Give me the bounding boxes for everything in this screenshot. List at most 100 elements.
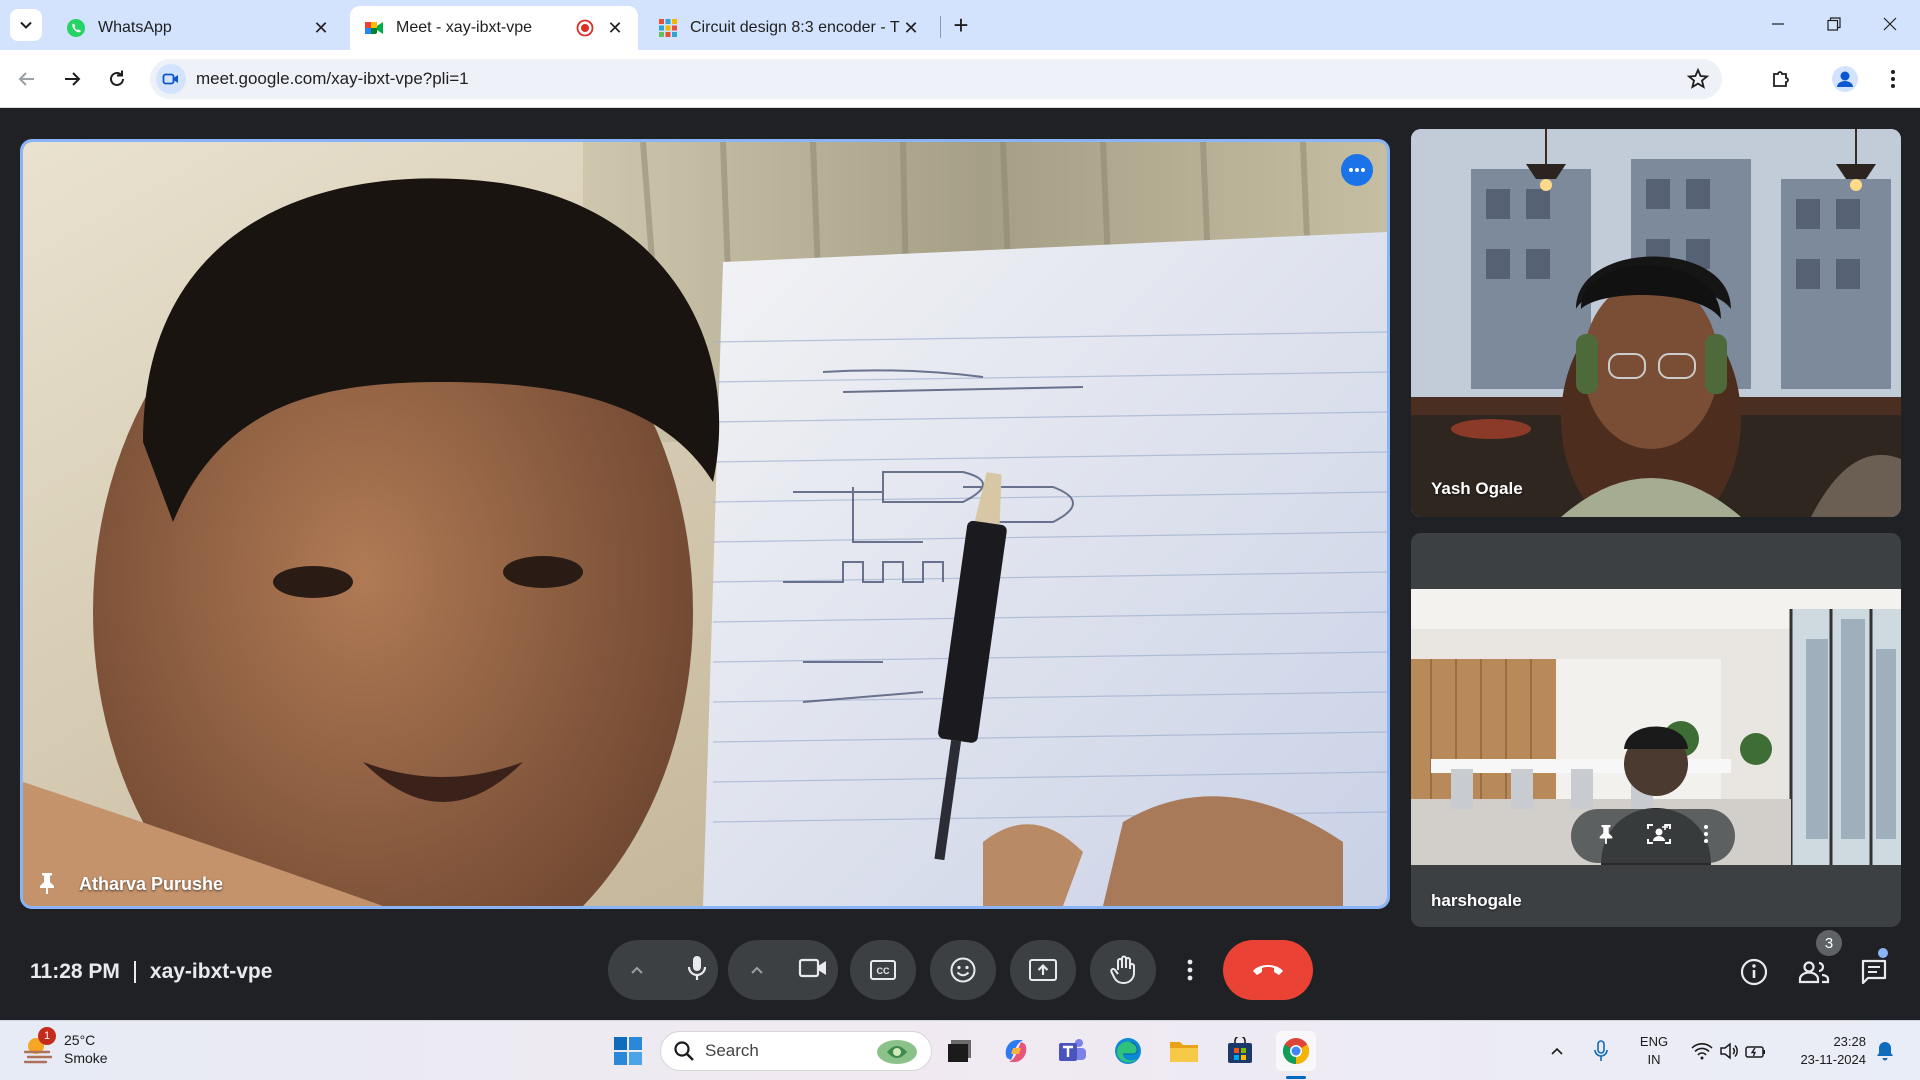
tinkercad-icon [659,19,677,37]
edge-button[interactable] [1108,1031,1148,1071]
bookmark-button[interactable] [1686,67,1710,96]
close-window-button[interactable] [1862,0,1918,48]
extensions-button[interactable] [1764,62,1798,96]
tile-hover-actions [1571,809,1735,863]
reload-button[interactable] [100,62,134,96]
audio-settings-button[interactable] [624,965,650,975]
tab-meet[interactable]: Meet - xay-ibxt-vpe ✕ [350,6,638,50]
tile-options-button[interactable] [1341,154,1373,186]
captions-button[interactable]: CC [850,940,916,1000]
more-horiz-icon [1349,168,1365,172]
search-placeholder: Search [705,1041,759,1060]
url-text: meet.google.com/xay-ibxt-vpe?pli=1 [196,69,469,88]
site-info-button[interactable] [156,64,186,94]
microphone-button[interactable] [686,954,708,987]
participant-tile-main[interactable]: Atharva Purushe [20,139,1390,909]
present-screen-button[interactable] [1010,940,1076,1000]
more-vert-icon [1704,824,1709,843]
participant-name: Atharva Purushe [79,874,224,894]
raise-hand-button[interactable] [1090,940,1156,1000]
leave-call-button[interactable] [1223,940,1313,1000]
participant-tile-harsh[interactable]: harshogale [1411,533,1901,927]
tab-whatsapp[interactable]: WhatsApp ✕ [52,6,344,50]
frame-person-button[interactable] [1646,822,1672,851]
participant-tile-yash[interactable]: Yash Ogale [1411,129,1901,517]
close-tab-icon[interactable]: ✕ [604,17,626,39]
folder-icon [1170,1042,1198,1062]
meeting-controls: 11:28 PM xay-ibxt-vpe CC 3 [0,930,1920,1020]
restore-button[interactable] [1806,0,1862,48]
tab-title: WhatsApp [98,19,172,36]
system-clock[interactable]: 23:28 23-11-2024 [1782,1033,1866,1069]
participant-video [1411,129,1901,517]
recording-icon [576,19,594,37]
weather-temperature: 25°C [64,1032,96,1048]
quick-settings-button[interactable] [1684,1031,1774,1071]
teams-button[interactable] [1052,1031,1092,1071]
close-tab-icon[interactable]: ✕ [310,17,332,39]
tab-title: Meet - xay-ibxt-vpe [396,19,533,36]
emoji-icon [950,957,976,983]
taskbar-search[interactable]: Search [660,1031,932,1071]
video-camera-icon [798,958,826,977]
profile-button[interactable] [1828,62,1862,96]
volume-icon [1720,1042,1738,1060]
arrow-left-icon [18,72,34,86]
tab-search-button[interactable] [10,9,42,41]
microphone-control [608,940,718,1000]
browser-toolbar: meet.google.com/xay-ibxt-vpe?pli=1 [0,50,1920,108]
start-button[interactable] [608,1031,648,1071]
notification-badge: 1 [38,1027,56,1045]
address-bar[interactable]: meet.google.com/xay-ibxt-vpe?pli=1 [150,59,1722,99]
chrome-button[interactable] [1276,1031,1316,1071]
minimize-button[interactable] [1750,0,1806,48]
video-camera-icon [162,73,178,85]
close-tab-icon[interactable]: ✕ [900,17,922,39]
teams-icon [1059,1039,1086,1061]
info-icon [1740,958,1768,986]
windows-logo-icon [614,1037,642,1065]
camera-button[interactable] [798,957,828,984]
more-vert-icon [1187,959,1193,981]
notifications-button[interactable] [1870,1031,1900,1071]
camera-control [728,940,838,1000]
people-button[interactable] [1792,950,1836,994]
new-tab-button[interactable]: + [946,10,976,40]
search-highlight-icon [877,1040,917,1064]
chat-button[interactable] [1852,950,1896,994]
video-settings-button[interactable] [744,965,770,975]
task-view-icon [948,1040,971,1062]
file-explorer-button[interactable] [1164,1031,1204,1071]
more-options-button[interactable] [1703,824,1709,849]
meeting-info: 11:28 PM xay-ibxt-vpe [30,960,272,984]
whatsapp-icon [67,19,85,37]
forward-button[interactable] [55,62,89,96]
browser-menu-button[interactable] [1876,62,1910,96]
search-icon [674,1041,694,1061]
restore-icon [1827,17,1841,31]
task-view-button[interactable] [940,1031,980,1071]
show-hidden-icons-button[interactable] [1542,1031,1572,1071]
hand-icon [1110,955,1135,984]
browser-tab-strip: WhatsApp ✕ Meet - xay-ibxt-vpe ✕ Circuit… [0,0,1920,50]
participant-name: Yash Ogale [1431,479,1523,498]
microphone-in-use-button[interactable] [1586,1031,1616,1071]
reload-icon [110,70,124,86]
weather-widget[interactable]: 1 25°C Smoke [22,1027,108,1067]
star-icon [1686,67,1710,89]
meeting-code: xay-ibxt-vpe [149,960,273,983]
tab-tinkercad[interactable]: Circuit design 8:3 encoder - Tin ✕ [644,6,934,50]
copilot-button[interactable] [996,1031,1036,1071]
reactions-button[interactable] [930,940,996,1000]
wifi-icon [1691,1043,1713,1060]
pin-button[interactable] [1597,823,1615,850]
participant-name: harshogale [1431,891,1522,910]
battery-charging-icon [1745,1046,1765,1058]
more-options-button[interactable] [1174,940,1206,1000]
back-button[interactable] [10,62,44,96]
language-indicator[interactable]: ENG IN [1634,1033,1674,1069]
meet-stage: Atharva Purushe Yash Ogale harshogale [0,109,1920,1019]
pin-icon [1599,824,1612,844]
meeting-details-button[interactable] [1732,950,1776,994]
store-button[interactable] [1220,1031,1260,1071]
